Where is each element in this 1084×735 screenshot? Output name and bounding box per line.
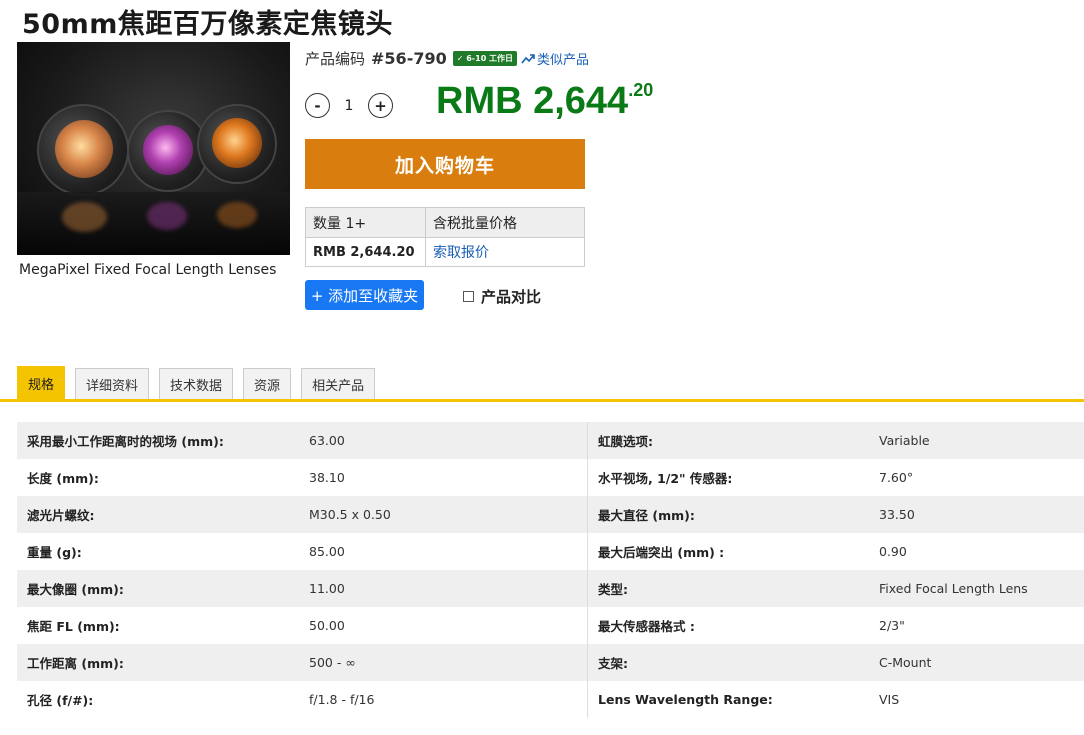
add-to-favorites-button[interactable]: + 添加至收藏夹 <box>305 280 424 310</box>
checkbox-icon[interactable] <box>463 291 474 302</box>
table-row: 最大像圈 (mm): 11.00 类型: Fixed Focal Length … <box>17 570 1084 607</box>
tab-bar: 规格 详细资料 技术数据 资源 相关产品 <box>17 366 385 400</box>
similar-products-link[interactable]: 类似产品 <box>521 49 589 68</box>
spec-key: 最大传感器格式 : <box>587 607 869 644</box>
spec-key: Lens Wavelength Range: <box>587 681 869 718</box>
page-title: 50mm焦距百万像素定焦镜头 <box>22 9 393 40</box>
price-table-price-value: RMB 2,644.20 <box>306 238 426 266</box>
product-code: #56-790 <box>371 49 447 68</box>
spec-value: 2/3" <box>879 618 905 633</box>
price-cents: .20 <box>628 80 654 100</box>
table-row: 滤光片螺纹: M30.5 x 0.50 最大直径 (mm): 33.50 <box>17 496 1084 533</box>
price-table-row: RMB 2,644.20 索取报价 <box>306 238 584 266</box>
spec-key: 采用最小工作距离时的视场 (mm): <box>27 434 224 449</box>
spec-key: 最大像圈 (mm): <box>27 582 124 597</box>
spec-value: 33.50 <box>879 507 915 522</box>
request-quote-link[interactable]: 索取报价 <box>426 238 584 266</box>
spec-value: 0.90 <box>879 544 907 559</box>
spec-key: 水平视场, 1/2" 传感器: <box>587 459 869 496</box>
spec-value: 500 - ∞ <box>309 655 356 670</box>
spec-value: VIS <box>879 692 900 707</box>
spec-value: 38.10 <box>309 470 345 485</box>
price: RMB 2,644.20 <box>436 80 653 123</box>
tab-resources[interactable]: 资源 <box>243 368 292 400</box>
spec-value: f/1.8 - f/16 <box>309 692 375 707</box>
reflection-glow-middle <box>147 202 187 230</box>
spec-value: 7.60° <box>879 470 914 485</box>
spec-value: 85.00 <box>309 544 345 559</box>
quantity-value[interactable]: 1 <box>330 98 368 114</box>
spec-value: 63.00 <box>309 433 345 448</box>
product-code-label: 产品编码 <box>305 50 366 68</box>
spec-value: Fixed Focal Length Lens <box>879 581 1028 596</box>
lead-time-text: 6-10 工作日 <box>466 54 514 63</box>
volume-price-table: 数量 1+ 含税批量价格 RMB 2,644.20 索取报价 <box>305 207 585 267</box>
decrease-quantity-button[interactable]: - <box>305 93 330 118</box>
spec-key: 虹膜选项: <box>587 422 869 459</box>
table-row: 采用最小工作距离时的视场 (mm): 63.00 虹膜选项: Variable <box>17 422 1084 459</box>
table-row: 孔径 (f/#): f/1.8 - f/16 Lens Wavelength R… <box>17 681 1084 718</box>
specs-table: 采用最小工作距离时的视场 (mm): 63.00 虹膜选项: Variable … <box>17 422 1084 718</box>
price-main: RMB 2,644 <box>436 80 629 122</box>
spec-key: 最大后端突出 (mm) : <box>587 533 869 570</box>
spec-value: M30.5 x 0.50 <box>309 507 391 522</box>
spec-value: C-Mount <box>879 655 932 670</box>
table-row: 工作距离 (mm): 500 - ∞ 支架: C-Mount <box>17 644 1084 681</box>
spec-key: 工作距离 (mm): <box>27 656 124 671</box>
spec-key: 类型: <box>587 570 869 607</box>
compare-checkbox[interactable]: 产品对比 <box>463 286 541 307</box>
spec-value: 11.00 <box>309 581 345 596</box>
spec-key: 孔径 (f/#): <box>27 693 94 708</box>
price-table-qty-header: 数量 1+ <box>306 208 426 237</box>
price-table-price-header: 含税批量价格 <box>433 215 517 232</box>
similar-products-label: 类似产品 <box>537 53 590 68</box>
spec-key: 最大直径 (mm): <box>587 496 869 533</box>
spec-value: 50.00 <box>309 618 345 633</box>
spec-key: 长度 (mm): <box>27 471 99 486</box>
spec-value: Variable <box>879 433 930 448</box>
spec-key: 重量 (g): <box>27 545 82 560</box>
spec-key: 滤光片螺纹: <box>27 508 95 523</box>
table-row: 重量 (g): 85.00 最大后端突出 (mm) : 0.90 <box>17 533 1084 570</box>
image-caption: MegaPixel Fixed Focal Length Lenses <box>19 262 277 278</box>
tab-underline <box>0 399 1084 402</box>
add-to-cart-button[interactable]: 加入购物车 <box>305 139 585 189</box>
quantity-stepper: - 1 + <box>305 93 393 118</box>
spec-key: 焦距 FL (mm): <box>27 619 120 634</box>
lens-glass-right <box>212 118 262 168</box>
spec-key: 支架: <box>587 644 869 681</box>
table-row: 长度 (mm): 38.10 水平视场, 1/2" 传感器: 7.60° <box>17 459 1084 496</box>
increase-quantity-button[interactable]: + <box>368 93 393 118</box>
lens-glass-left <box>55 120 113 178</box>
compare-label: 产品对比 <box>481 288 542 306</box>
lead-time-badge: ✓ 6-10 工作日 <box>452 51 518 66</box>
lens-glass-middle <box>143 125 193 175</box>
tab-specs[interactable]: 规格 <box>17 366 66 400</box>
tab-technical-data[interactable]: 技术数据 <box>159 368 234 400</box>
tab-related-products[interactable]: 相关产品 <box>301 368 376 400</box>
reflection-glow-left <box>62 202 107 232</box>
trend-chart-icon <box>521 53 535 63</box>
check-icon: ✓ <box>456 54 464 63</box>
product-code-row: 产品编码 #56-790 ✓ 6-10 工作日 类似产品 <box>305 48 589 69</box>
table-row: 焦距 FL (mm): 50.00 最大传感器格式 : 2/3" <box>17 607 1084 644</box>
price-table-header: 数量 1+ 含税批量价格 <box>306 208 584 238</box>
product-image[interactable] <box>17 42 290 255</box>
tab-details[interactable]: 详细资料 <box>75 368 150 400</box>
reflection-glow-right <box>217 202 257 228</box>
